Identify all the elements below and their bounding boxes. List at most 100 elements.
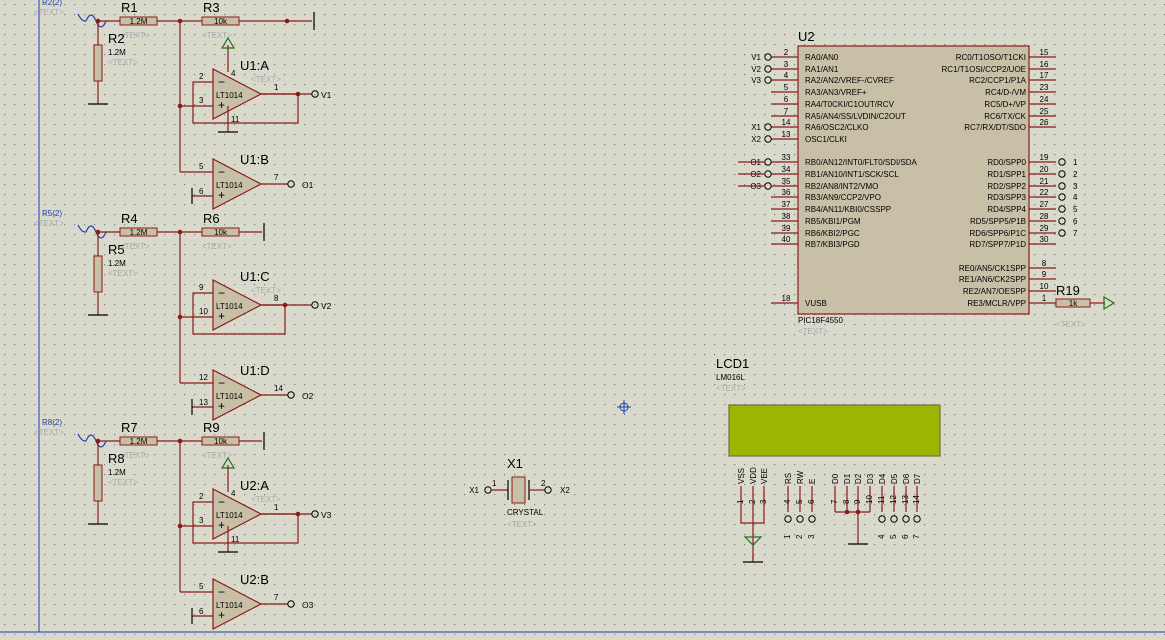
- pin-name: RD2/SPP2: [987, 182, 1026, 191]
- text-placeholder: <TEXT>: [34, 8, 64, 17]
- pin-number: 2: [784, 48, 789, 57]
- pin-name: RE0/AN5/CK1SPP: [959, 264, 1026, 273]
- pin-name: RA5/AN4/SS/LVDIN/C2OUT: [805, 112, 906, 121]
- junction-dot: [295, 91, 301, 97]
- pin-name: RB2/AN8/INT2/VMO: [805, 182, 878, 191]
- lcd-pin-name: RS: [784, 473, 793, 484]
- net-label: 5: [1073, 205, 1078, 214]
- net-label: 6: [1073, 217, 1078, 226]
- opamp-ref: U1:D: [240, 363, 270, 378]
- opamp-part: LT1014: [216, 91, 243, 100]
- text-placeholder: <TEXT>: [202, 242, 232, 251]
- pin-number: 3: [759, 499, 768, 504]
- lcd-pin-name: VSS: [737, 468, 746, 484]
- text-placeholder: <TEXT>: [716, 384, 746, 393]
- lcd-pin-name: VDD: [749, 467, 758, 484]
- pin-number: 2: [199, 492, 204, 501]
- pin-name: RC4/D-/VM: [985, 88, 1026, 97]
- pin-name: RD5/SPP5/P1B: [970, 217, 1026, 226]
- pin-name: RB3/AN9/CCP2/VPO: [805, 193, 881, 202]
- resistor-ref: R7: [121, 420, 138, 435]
- pin-name: RB1/AN10/INT1/SCK/SCL: [805, 170, 899, 179]
- resistor-value: 10k: [214, 437, 228, 446]
- pin-number: 6: [199, 187, 204, 196]
- resistor-value: 1.2M: [130, 17, 148, 26]
- pin-number: 2: [748, 499, 757, 504]
- text-placeholder: <TEXT>: [34, 428, 64, 437]
- resistor-body[interactable]: [93, 464, 103, 502]
- lcd-pin-name: D0: [831, 473, 840, 484]
- resistor-body[interactable]: [93, 255, 103, 293]
- text-placeholder: <TEXT>: [108, 58, 138, 67]
- terminal-label: R2(2): [42, 0, 62, 7]
- lcd-ref: LCD1: [716, 356, 749, 371]
- minus-sign: −: [218, 165, 225, 179]
- pin-number: 1: [274, 83, 279, 92]
- pin-name: RD3/SPP3: [987, 193, 1026, 202]
- minus-sign: −: [218, 75, 225, 89]
- junction-dot: [844, 509, 850, 515]
- pin-number: 11: [231, 115, 240, 124]
- resistor-ref: R3: [203, 0, 220, 15]
- lcd-screen[interactable]: [728, 404, 941, 457]
- net-label: O2: [302, 391, 314, 401]
- lcd-pin-name: D1: [843, 473, 852, 484]
- net-label: 4: [1073, 193, 1078, 202]
- pin-number: 4: [783, 499, 792, 504]
- resistor-value: 10k: [214, 17, 228, 26]
- pin-number: 12: [889, 495, 898, 504]
- pin-number: 10: [199, 307, 208, 316]
- pin-number: 11: [877, 495, 886, 504]
- net-label: V3: [751, 76, 761, 85]
- pin-number: 33: [782, 153, 791, 162]
- junction-dot: [295, 511, 301, 517]
- plus-sign: +: [218, 399, 225, 413]
- pin-name: RD1/SPP1: [987, 170, 1026, 179]
- pin-name: RE3/MCLR/VPP: [967, 299, 1026, 308]
- pin-number: 28: [1040, 212, 1049, 221]
- net-label: 2: [1073, 170, 1078, 179]
- pin-name: RC6/TX/CK: [984, 112, 1026, 121]
- pin-number: 6: [784, 95, 789, 104]
- mcu-part: PIC18F4550: [798, 316, 843, 325]
- net-label: X1: [751, 123, 761, 132]
- schematic-canvas[interactable]: R2(2) <TEXT> R1 1.2M <TEXT> R2 1.2M <TEXT> R3 10k…: [0, 0, 1165, 635]
- pin-name: RC1/T1OSI/CCP2/UOE: [942, 65, 1026, 74]
- pin-number: 14: [782, 118, 791, 127]
- crystal-body[interactable]: [511, 476, 526, 504]
- mcu-body[interactable]: [797, 45, 1030, 315]
- pin-number: 7: [830, 499, 839, 504]
- pin-number: 6: [807, 499, 816, 504]
- resistor-ref: R4: [121, 211, 138, 226]
- pin-name: RB7/KBI3/PGD: [805, 240, 860, 249]
- resistor-ref: R1: [121, 0, 138, 15]
- pin-number: 7: [784, 107, 789, 116]
- pin-name: RC5/D+/VP: [984, 100, 1026, 109]
- net-label: 6: [901, 534, 910, 539]
- pin-number: 19: [1040, 153, 1049, 162]
- pin-number: 36: [782, 188, 791, 197]
- opamp-part: LT1014: [216, 601, 243, 610]
- net-label: 2: [795, 534, 804, 539]
- resistor-ref: R2: [108, 31, 125, 46]
- pin-number: 14: [912, 495, 921, 504]
- schematic-svg: R2(2)<TEXT> R11.2M<TEXT>R21.2M<TEXT>R310k…: [0, 0, 1165, 635]
- pin-name: RA0/AN0: [805, 53, 839, 62]
- pin-name: VUSB: [805, 299, 827, 308]
- pin-name: RA1/AN1: [805, 65, 839, 74]
- pin-number: 13: [199, 398, 208, 407]
- text-placeholder: <TEXT>: [108, 478, 138, 487]
- opamp-ref: U2:A: [240, 478, 269, 493]
- minus-sign: −: [218, 585, 225, 599]
- pin-number: 1: [274, 503, 279, 512]
- resistor-body[interactable]: [93, 44, 103, 82]
- pin-number: 5: [795, 499, 804, 504]
- opamp-part: LT1014: [216, 511, 243, 520]
- pin-number: 3: [199, 96, 204, 105]
- net-label: V1: [751, 53, 761, 62]
- pin-number: 21: [1040, 177, 1049, 186]
- resistor-value: 1.2M: [108, 259, 126, 268]
- pin-number: 17: [1040, 71, 1049, 80]
- net-label: 5: [889, 534, 898, 539]
- opamp-ref: U2:B: [240, 572, 269, 587]
